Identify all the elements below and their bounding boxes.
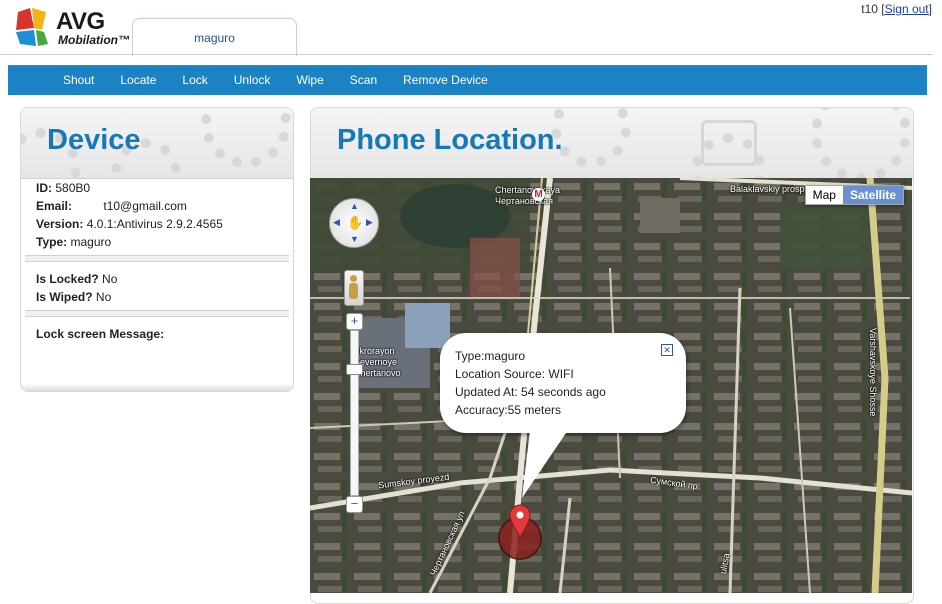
gear-decoration-icon <box>811 108 911 178</box>
close-icon[interactable]: ✕ <box>661 344 673 356</box>
info-window: Type:maguro Location Source: WIFI Update… <box>440 333 686 433</box>
location-pin-icon[interactable] <box>509 504 531 538</box>
device-id-row: ID: 580B0 <box>36 181 91 195</box>
map-type-satellite-button[interactable]: Satellite <box>842 186 903 204</box>
location-title: Phone Location. <box>337 124 563 156</box>
avg-logo-icon <box>16 8 48 46</box>
wiped-row: Is Wiped? No <box>36 290 112 304</box>
nav-lock[interactable]: Lock <box>169 66 220 95</box>
map-label-metro-ru: Чертановская <box>495 196 554 206</box>
pan-down-icon[interactable]: ▼ <box>350 234 359 244</box>
map-label-varshavskoye: Varshavskoye Shosse <box>868 328 878 417</box>
pan-left-icon[interactable]: ◀ <box>333 217 340 228</box>
info-type: Type:maguro <box>455 349 526 363</box>
device-tab[interactable]: maguro <box>132 18 297 56</box>
username: t10 <box>861 2 878 16</box>
map-type-map-button[interactable]: Map <box>805 186 843 204</box>
sign-out-link[interactable]: Sign out <box>885 2 929 16</box>
satellite-map[interactable]: Chertanovskaya Чертановская Balaklavskiy… <box>310 178 912 593</box>
nav-remove-device[interactable]: Remove Device <box>390 66 501 95</box>
nav-unlock[interactable]: Unlock <box>221 66 284 95</box>
info-window-tail <box>522 430 568 498</box>
device-email-value: t10@gmail.com <box>103 199 187 213</box>
info-accuracy: Accuracy:55 meters <box>455 403 562 417</box>
zoom-out-button[interactable]: − <box>346 496 363 513</box>
first-aid-kit-icon <box>701 120 757 166</box>
nav-locate[interactable]: Locate <box>107 66 169 95</box>
street-view-pegman-icon[interactable] <box>344 270 364 306</box>
gear-decoration-icon <box>551 108 631 168</box>
pan-control[interactable]: ▲ ▼ ◀ ▶ ✋ <box>329 198 379 248</box>
map-type-control: Map Satellite <box>804 185 904 205</box>
nav-shout[interactable]: Shout <box>50 66 107 95</box>
pan-right-icon[interactable]: ▶ <box>366 217 373 228</box>
device-type-value: maguro <box>70 235 112 249</box>
panel-footer <box>21 383 293 391</box>
location-panel-header: Phone Location. <box>311 108 913 179</box>
pan-up-icon[interactable]: ▲ <box>350 201 359 211</box>
section-divider <box>25 255 289 262</box>
locked-value: No <box>102 272 118 286</box>
device-title: Device <box>47 124 141 156</box>
device-type-row: Type: maguro <box>36 235 112 249</box>
device-version-value: 4.0.1:Antivirus 2.9.2.4565 <box>86 217 223 231</box>
lock-message-row: Lock screen Message: <box>36 327 165 341</box>
hand-icon: ✋ <box>347 215 364 230</box>
metro-icon: M <box>532 188 545 201</box>
device-email-row: Email: t10@gmail.com <box>36 199 187 213</box>
map-label-balaklavsky: Balaklavskiy prosp <box>730 184 805 194</box>
info-source: Location Source: WIFI <box>455 367 574 381</box>
nav-scan[interactable]: Scan <box>337 66 390 95</box>
user-area: t10 [Sign out] <box>861 2 932 16</box>
locked-row: Is Locked? No <box>36 272 118 286</box>
map-label-metro: Chertanovskaya <box>495 185 561 195</box>
device-panel: Device ID: 580B0 Email: t10@gmail.com Ve… <box>20 107 294 392</box>
avg-logo: AVG Mobilation™ <box>12 6 130 50</box>
device-version-row: Version: 4.0.1:Antivirus 2.9.2.4565 <box>36 217 223 231</box>
nav-wipe[interactable]: Wipe <box>283 66 336 95</box>
gear-decoration-icon <box>201 108 291 168</box>
zoom-track[interactable] <box>350 330 359 496</box>
tab-divider <box>0 54 933 55</box>
device-tab-label: maguro <box>194 31 235 45</box>
device-id-value: 580B0 <box>55 181 91 195</box>
action-nav: Shout Locate Lock Unlock Wipe Scan Remov… <box>8 65 927 95</box>
zoom-in-button[interactable]: + <box>346 313 363 330</box>
logo-product: Mobilation™ <box>58 33 130 47</box>
device-panel-header: Device <box>21 108 293 179</box>
zoom-slider-handle[interactable] <box>346 364 363 375</box>
wiped-value: No <box>95 290 112 304</box>
info-updated: Updated At: 54 seconds ago <box>455 385 606 399</box>
logo-brand: AVG <box>56 8 105 35</box>
section-divider <box>25 310 289 317</box>
